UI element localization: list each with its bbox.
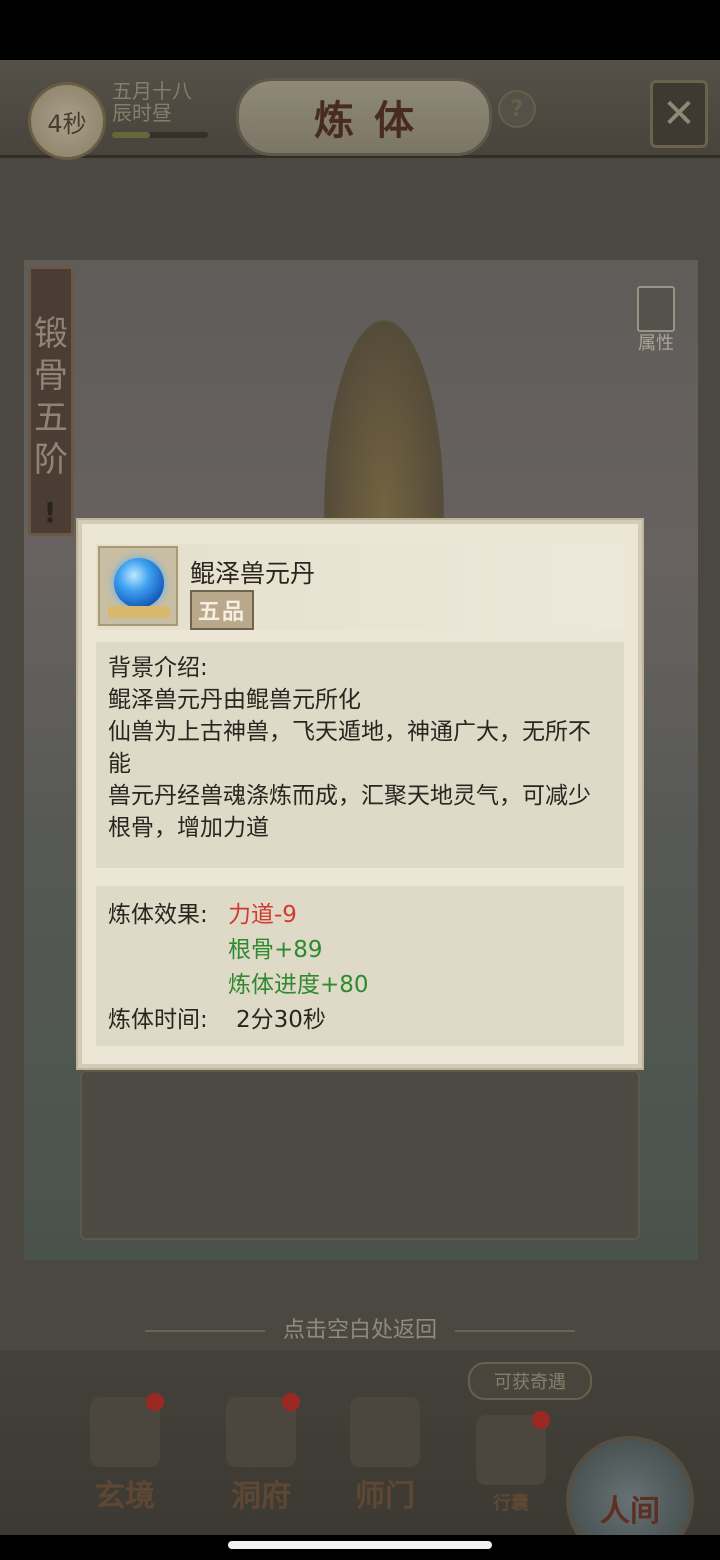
background-line: 仙兽为上古神兽，飞天遁地，神通广大，无所不能 (108, 719, 591, 777)
effect-strength: 力道-9 (228, 902, 297, 928)
item-name: 鲲泽兽元丹 (190, 559, 316, 588)
background-line: 兽元丹经兽魂涤炼而成，汇聚天地灵气，可减少根骨，增加力道 (108, 783, 591, 841)
effect-row: 炼体进度+80 (108, 968, 612, 1003)
effect-row: 根骨+89 (108, 933, 612, 968)
effect-bone: 根骨+89 (228, 937, 323, 963)
time-label: 炼体时间: (108, 1007, 208, 1033)
refine-effects: 炼体效果: 力道-9 根骨+89 炼体进度+80 炼体时间: 2分30秒 (96, 886, 624, 1046)
item-detail-dialog: 鲲泽兽元丹 五品 背景介绍: 鲲泽兽元丹由鲲兽元所化 仙兽为上古神兽，飞天遁地，… (78, 520, 642, 1068)
home-indicator[interactable] (228, 1541, 492, 1549)
orb-shape (114, 558, 164, 608)
orb-base (108, 606, 170, 618)
item-header: 鲲泽兽元丹 五品 (96, 544, 624, 630)
time-value: 2分30秒 (236, 1007, 326, 1033)
item-grade-badge: 五品 (190, 590, 255, 630)
game-screen: 4秒 五月十八 辰时昼 炼体 ? ✕ 锻骨五阶 ! 属性 点击空白处返回 可获奇… (0, 60, 720, 1535)
effect-progress: 炼体进度+80 (228, 972, 369, 998)
blue-orb-icon (98, 546, 178, 626)
time-row: 炼体时间: 2分30秒 (108, 1003, 612, 1038)
background-title: 背景介绍: (108, 655, 208, 681)
effect-label: 炼体效果: (108, 902, 208, 928)
effect-row: 炼体效果: 力道-9 (108, 898, 612, 933)
background-intro: 背景介绍: 鲲泽兽元丹由鲲兽元所化 仙兽为上古神兽，飞天遁地，神通广大，无所不能… (96, 642, 624, 868)
background-line: 鲲泽兽元丹由鲲兽元所化 (108, 687, 361, 713)
